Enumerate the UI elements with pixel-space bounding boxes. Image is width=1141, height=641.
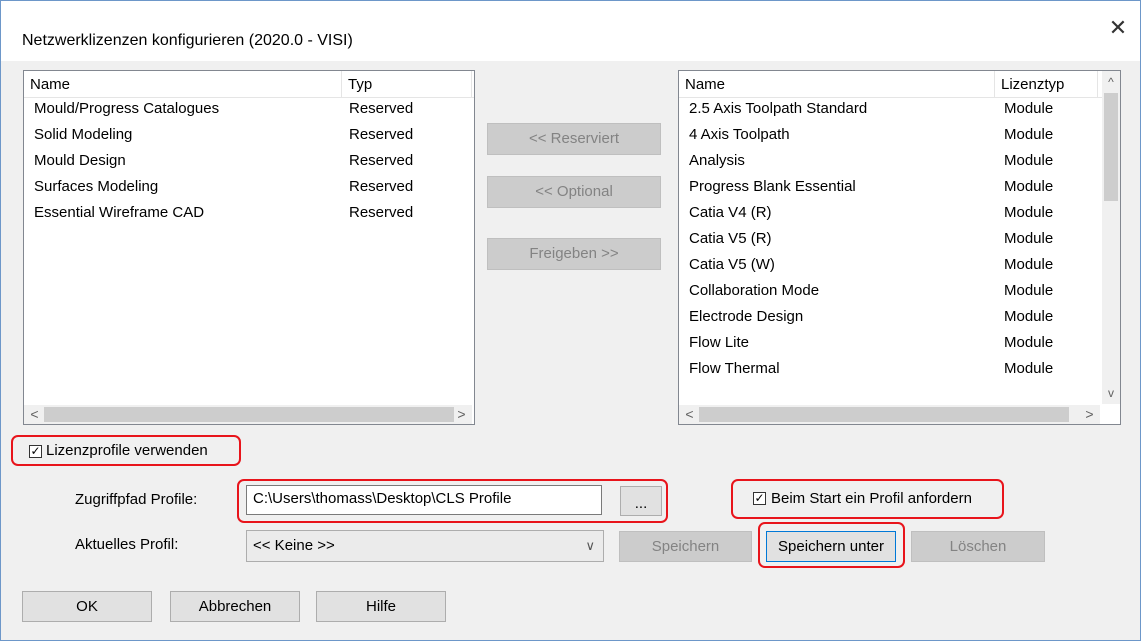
list-item[interactable]: Catia V5 (W) Module bbox=[679, 252, 1120, 278]
save-as-button[interactable]: Speichern unter bbox=[766, 531, 896, 562]
list-item[interactable]: Mould Design Reserved bbox=[24, 148, 474, 174]
list-item[interactable]: 2.5 Axis Toolpath Standard Module bbox=[679, 96, 1120, 122]
list-item-name: Catia V5 (W) bbox=[689, 256, 775, 273]
scroll-thumb[interactable] bbox=[1104, 93, 1118, 201]
list-item[interactable]: Electrode Design Module bbox=[679, 304, 1120, 330]
reserve-button[interactable]: << Reserviert bbox=[487, 123, 661, 155]
list-item[interactable]: Surfaces Modeling Reserved bbox=[24, 174, 474, 200]
window-title: Netzwerklizenzen konfigurieren (2020.0 -… bbox=[22, 32, 357, 50]
ok-button[interactable]: OK bbox=[22, 591, 152, 622]
column-header-type[interactable]: Typ bbox=[342, 71, 472, 97]
list-item-type: Reserved bbox=[349, 100, 414, 117]
profile-path-label: Zugriffpfad Profile: bbox=[75, 491, 198, 508]
horizontal-scrollbar[interactable]: < > bbox=[679, 405, 1100, 424]
scroll-right-icon[interactable]: > bbox=[453, 405, 470, 424]
list-item-name: Mould/Progress Catalogues bbox=[34, 100, 220, 117]
release-button[interactable]: Freigeben >> bbox=[487, 238, 661, 270]
list-item[interactable]: Flow Lite Module bbox=[679, 330, 1120, 356]
list-item[interactable]: Flow Thermal Module bbox=[679, 356, 1120, 382]
column-header-name[interactable]: Name bbox=[24, 71, 342, 97]
list-item-type: Reserved bbox=[349, 126, 414, 143]
list-item-type: Reserved bbox=[349, 204, 414, 221]
column-header-license-type[interactable]: Lizenztyp bbox=[995, 71, 1098, 97]
list-item-type: Module bbox=[1004, 126, 1054, 143]
list-item-name: 4 Axis Toolpath bbox=[689, 126, 790, 143]
list-item[interactable]: Solid Modeling Reserved bbox=[24, 122, 474, 148]
help-button[interactable]: Hilfe bbox=[316, 591, 446, 622]
horizontal-scrollbar[interactable]: < > bbox=[24, 405, 472, 424]
available-license-list[interactable]: Name Lizenztyp 2.5 Axis Toolpath Standar… bbox=[678, 70, 1121, 425]
current-profile-label: Aktuelles Profil: bbox=[75, 536, 179, 553]
list-item[interactable]: Collaboration Mode Module bbox=[679, 278, 1120, 304]
current-profile-select[interactable]: << Keine >> ∨ bbox=[246, 530, 604, 562]
scroll-thumb[interactable] bbox=[699, 407, 1069, 422]
save-button[interactable]: Speichern bbox=[619, 531, 752, 562]
list-header: Name Typ bbox=[24, 71, 474, 98]
list-item-name: Solid Modeling bbox=[34, 126, 133, 143]
list-item-type: Module bbox=[1004, 308, 1054, 325]
list-item-type: Module bbox=[1004, 334, 1054, 351]
list-item-name: Catia V4 (R) bbox=[689, 204, 772, 221]
use-profiles-checkbox[interactable]: ✓ bbox=[29, 445, 42, 458]
use-profiles-label[interactable]: Lizenzprofile verwenden bbox=[46, 442, 208, 459]
list-item[interactable]: Analysis Module bbox=[679, 148, 1120, 174]
list-item[interactable]: Catia V4 (R) Module bbox=[679, 200, 1120, 226]
list-item-type: Module bbox=[1004, 256, 1054, 273]
list-item[interactable]: Essential Wireframe CAD Reserved bbox=[24, 200, 474, 226]
list-item[interactable]: 4 Axis Toolpath Module bbox=[679, 122, 1120, 148]
list-item-type: Module bbox=[1004, 178, 1054, 195]
cancel-button[interactable]: Abbrechen bbox=[170, 591, 300, 622]
vertical-scrollbar[interactable]: ^ v bbox=[1102, 71, 1120, 404]
reserved-license-list[interactable]: Name Typ Mould/Progress Catalogues Reserv… bbox=[23, 70, 475, 425]
list-item-name: Flow Lite bbox=[689, 334, 750, 351]
list-item-type: Module bbox=[1004, 100, 1054, 117]
list-item-name: Collaboration Mode bbox=[689, 282, 820, 299]
list-item-name: Essential Wireframe CAD bbox=[34, 204, 205, 221]
list-item-name: 2.5 Axis Toolpath Standard bbox=[689, 100, 868, 117]
list-item[interactable]: Catia V5 (R) Module bbox=[679, 226, 1120, 252]
list-item-type: Module bbox=[1004, 204, 1054, 221]
list-item-type: Module bbox=[1004, 152, 1054, 169]
request-profile-on-start-label[interactable]: Beim Start ein Profil anfordern bbox=[771, 490, 972, 507]
title-bar bbox=[1, 1, 1140, 61]
optional-button[interactable]: << Optional bbox=[487, 176, 661, 208]
list-item-name: Electrode Design bbox=[689, 308, 804, 325]
list-item[interactable]: Progress Blank Essential Module bbox=[679, 174, 1120, 200]
list-item-name: Flow Thermal bbox=[689, 360, 780, 377]
profile-path-input[interactable]: C:\Users\thomass\Desktop\CLS Profile bbox=[246, 485, 602, 515]
list-item-name: Surfaces Modeling bbox=[34, 178, 159, 195]
list-item-type: Reserved bbox=[349, 178, 414, 195]
scroll-right-icon[interactable]: > bbox=[1081, 405, 1098, 424]
list-header: Name Lizenztyp bbox=[679, 71, 1120, 98]
scroll-left-icon[interactable]: < bbox=[26, 405, 43, 424]
scroll-down-icon[interactable]: v bbox=[1102, 384, 1120, 402]
list-item-name: Mould Design bbox=[34, 152, 126, 169]
browse-button[interactable]: ... bbox=[620, 486, 662, 516]
scroll-left-icon[interactable]: < bbox=[681, 405, 698, 424]
scroll-up-icon[interactable]: ^ bbox=[1102, 73, 1120, 91]
column-header-name[interactable]: Name bbox=[679, 71, 995, 97]
scroll-thumb[interactable] bbox=[44, 407, 454, 422]
list-item-type: Reserved bbox=[349, 152, 414, 169]
list-item-name: Catia V5 (R) bbox=[689, 230, 772, 247]
list-item[interactable]: Mould/Progress Catalogues Reserved bbox=[24, 96, 474, 122]
list-item-name: Analysis bbox=[689, 152, 745, 169]
delete-button[interactable]: Löschen bbox=[911, 531, 1045, 562]
request-profile-on-start-checkbox[interactable]: ✓ bbox=[753, 492, 766, 505]
chevron-down-icon: ∨ bbox=[585, 538, 595, 553]
list-item-type: Module bbox=[1004, 360, 1054, 377]
list-item-type: Module bbox=[1004, 282, 1054, 299]
list-item-type: Module bbox=[1004, 230, 1054, 247]
current-profile-value: << Keine >> bbox=[253, 537, 335, 554]
list-item-name: Progress Blank Essential bbox=[689, 178, 856, 195]
close-icon[interactable]: ✕ bbox=[1104, 14, 1132, 42]
